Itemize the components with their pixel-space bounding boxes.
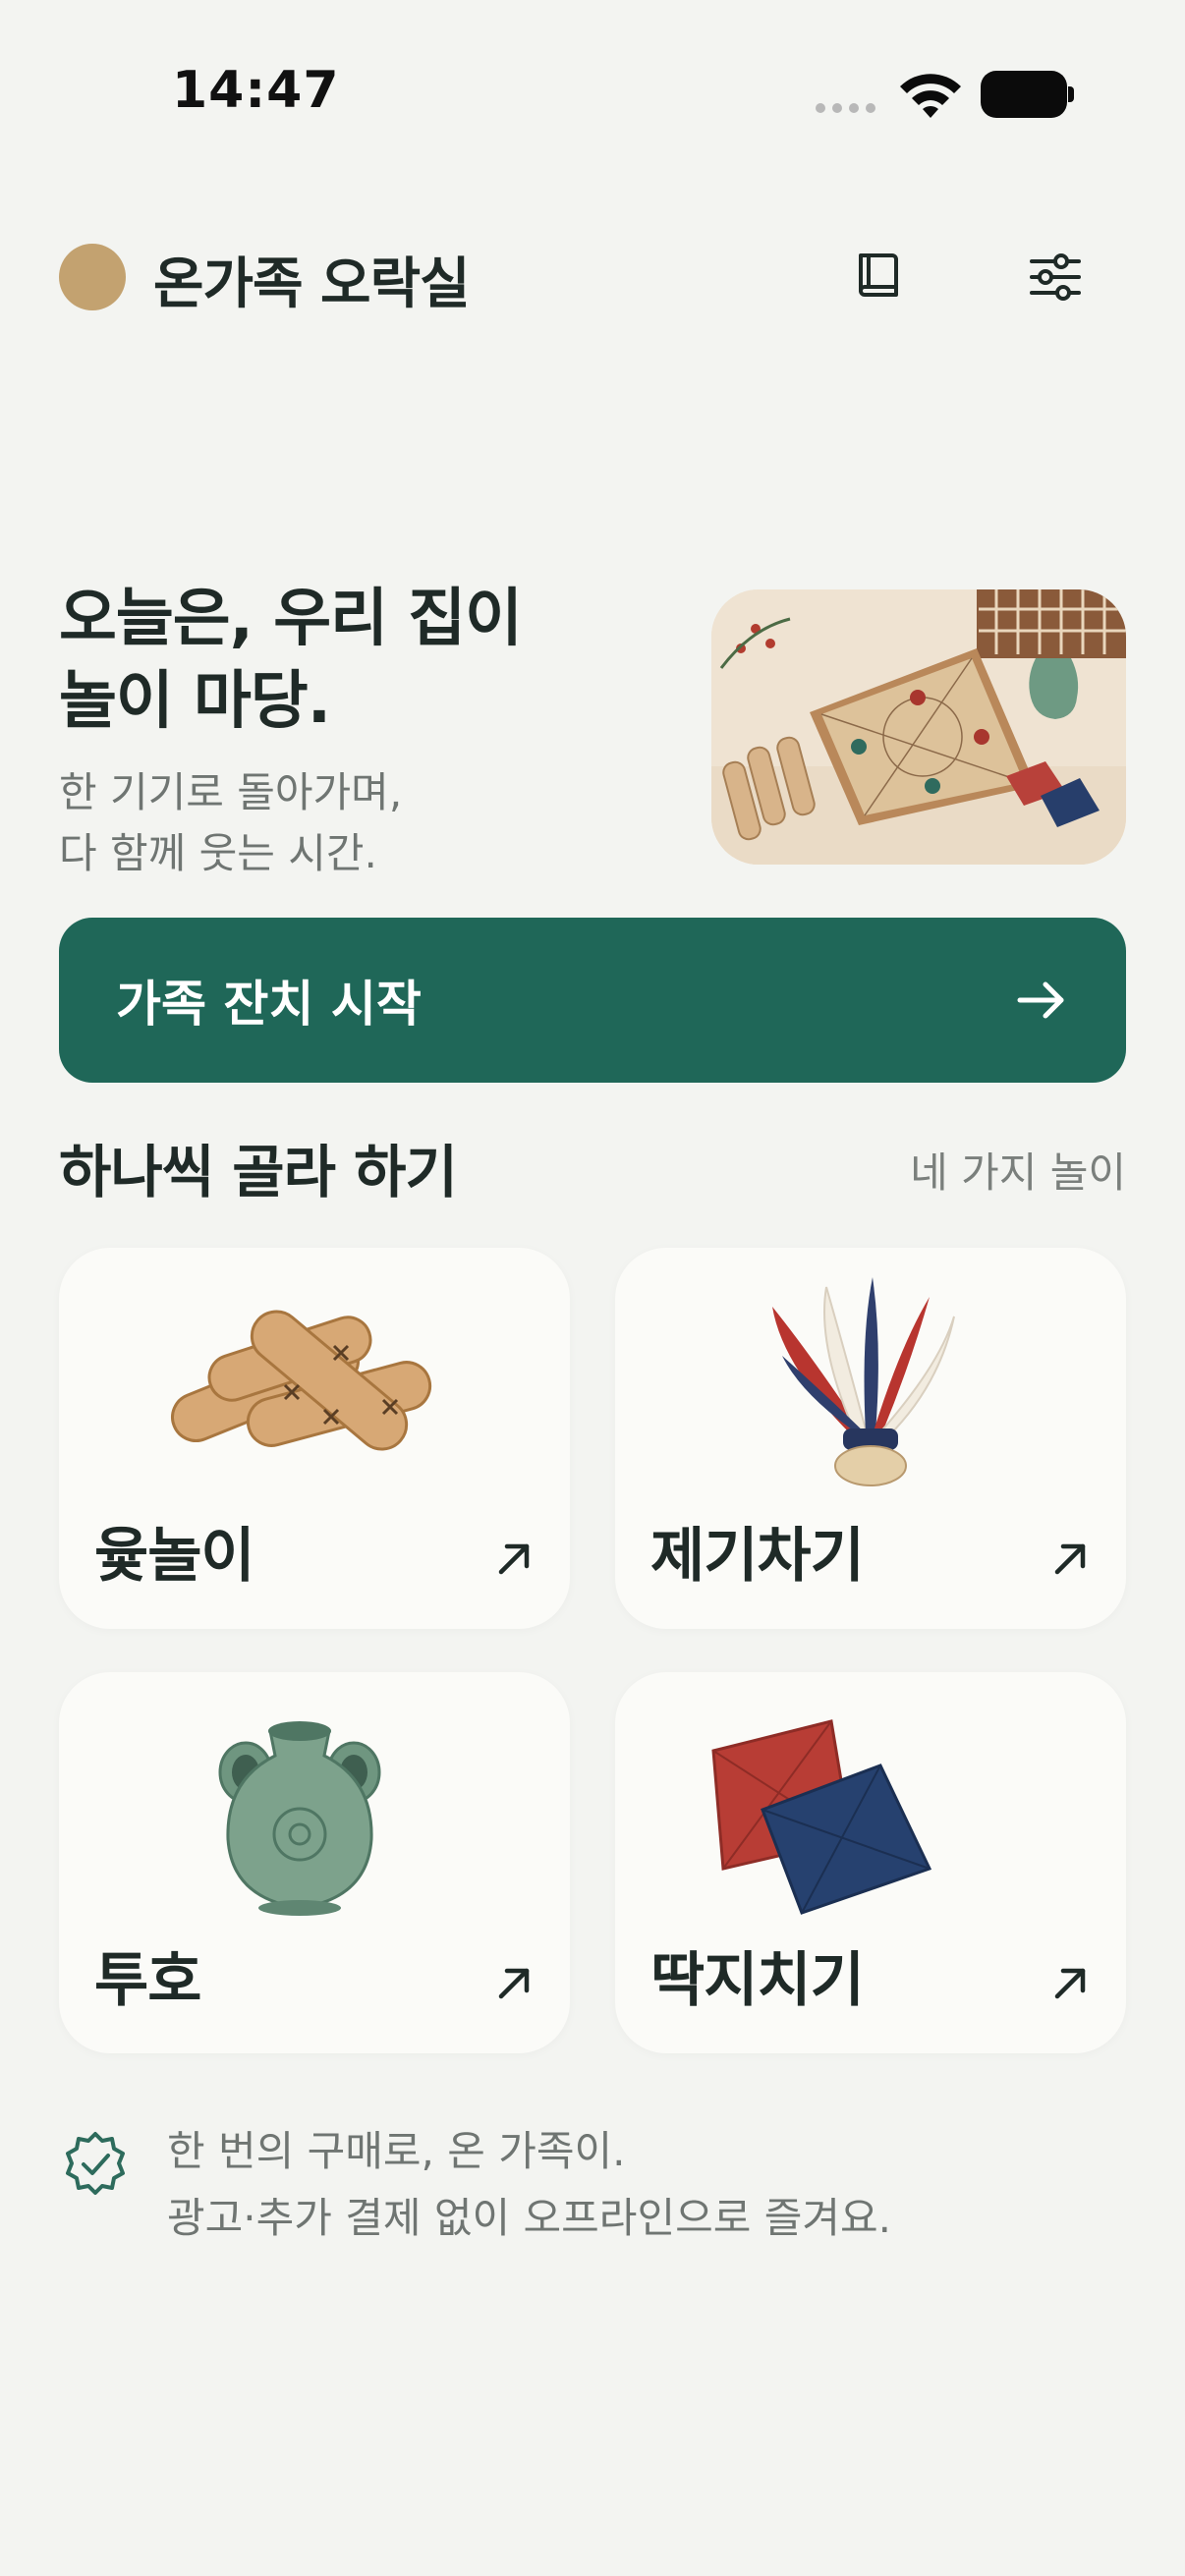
arrow-up-right-icon	[1054, 1543, 1086, 1575]
game-card-ddakjichigi[interactable]: 딱지치기	[615, 1672, 1126, 2053]
game-card-jegichagi[interactable]: 제기차기	[615, 1248, 1126, 1629]
arrow-right-icon	[1017, 981, 1064, 1019]
status-time: 14:47	[172, 61, 340, 120]
settings-sliders-icon[interactable]	[1024, 246, 1087, 308]
hero-subtitle-line1: 한 기기로 돌아가며,	[59, 768, 403, 816]
arrow-up-right-icon	[1054, 1968, 1086, 1999]
battery-icon	[981, 71, 1067, 118]
games-section-title: 하나씩 골라 하기	[59, 1139, 458, 1205]
arrow-up-right-icon	[498, 1543, 530, 1575]
arrow-up-right-icon	[498, 1968, 530, 1999]
hero-title-line1: 오늘은, 우리 집이	[59, 583, 523, 655]
games-count-label: 네 가지 놀이	[910, 1148, 1126, 1197]
hero-board-game-image	[711, 589, 1126, 865]
start-family-party-button[interactable]: 가족 잔치 시작	[59, 918, 1126, 1083]
footer-note: 한 번의 구매로, 온 가족이. 광고·추가 결제 없이 오프라인으로 즐겨요.	[167, 2118, 891, 2252]
jegi-image	[772, 1277, 955, 1486]
cta-label: 가족 잔치 시작	[116, 976, 422, 1033]
signal-dots-icon	[816, 103, 875, 113]
footer-note-line2: 광고·추가 결제 없이 오프라인으로 즐겨요.	[167, 2194, 891, 2242]
game-label: 제기차기	[650, 1522, 865, 1591]
verified-badge-icon	[66, 2132, 125, 2195]
game-label: 딱지치기	[650, 1946, 865, 2015]
ddakji-image	[711, 1719, 932, 1915]
app-logo	[59, 244, 126, 310]
hero-subtitle-line2: 다 함께 웃는 시간.	[59, 829, 377, 877]
book-icon[interactable]	[847, 246, 910, 308]
wifi-icon	[900, 74, 961, 118]
hero-title: 오늘은, 우리 집이 놀이 마당.	[59, 578, 523, 743]
tuho-vase-image	[218, 1721, 381, 1916]
footer-note-line1: 한 번의 구매로, 온 가족이.	[167, 2127, 626, 2175]
app-title: 온가족 오락실	[153, 252, 471, 316]
game-card-yutnori[interactable]: 윷놀이	[59, 1248, 570, 1629]
game-card-tuho[interactable]: 투호	[59, 1672, 570, 2053]
hero-subtitle: 한 기기로 돌아가며, 다 함께 웃는 시간.	[59, 762, 402, 884]
game-label: 윷놀이	[94, 1522, 255, 1591]
hero-title-line2: 놀이 마당.	[59, 665, 331, 738]
battery-tip	[1068, 86, 1074, 102]
yut-sticks-image	[171, 1310, 432, 1451]
game-label: 투호	[94, 1946, 201, 2015]
